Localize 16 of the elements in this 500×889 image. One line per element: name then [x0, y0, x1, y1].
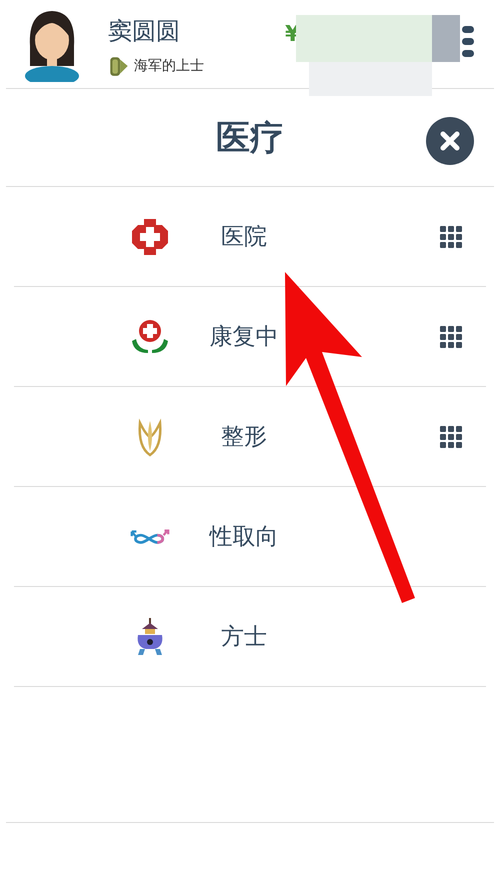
menu-icon[interactable] — [462, 24, 474, 60]
gender-symbols-icon — [130, 528, 170, 544]
category-label: 康复中 — [208, 323, 280, 352]
category-label: 性取向 — [208, 523, 280, 552]
user-rank: 海军的上士 — [134, 57, 204, 75]
hospital-cross-icon — [130, 216, 170, 256]
grid-icon[interactable] — [440, 226, 462, 248]
grid-icon[interactable] — [440, 426, 462, 448]
category-label: 整形 — [220, 423, 268, 452]
grid-icon[interactable] — [440, 326, 462, 348]
category-label: 医院 — [220, 223, 268, 252]
user-name: 窦圆圆 — [108, 16, 181, 46]
category-item[interactable]: 医院 — [14, 187, 486, 287]
panel-title: 医疗 — [216, 116, 284, 160]
category-label: 方士 — [220, 623, 268, 652]
close-button[interactable] — [426, 117, 474, 165]
